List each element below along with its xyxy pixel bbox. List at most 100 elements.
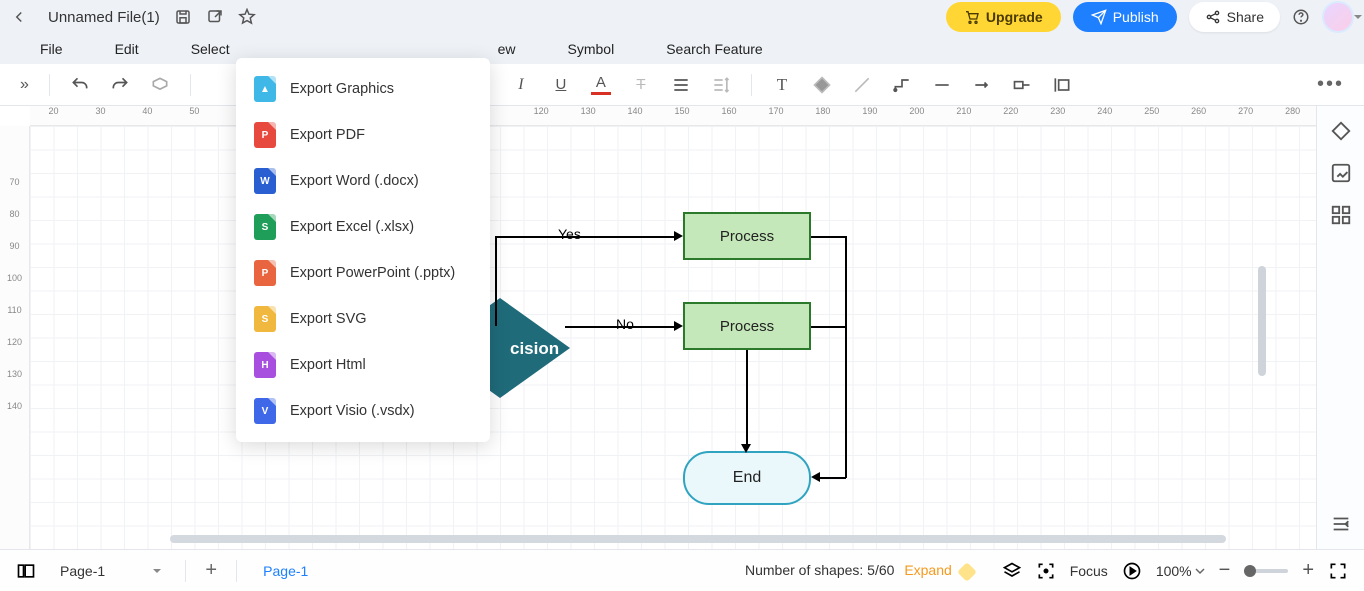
upgrade-label: Upgrade <box>986 9 1043 25</box>
word-file-icon: W <box>254 168 276 194</box>
line-spacing-icon[interactable] <box>711 75 731 95</box>
fill-icon[interactable] <box>812 75 832 95</box>
line-weight-icon[interactable] <box>932 75 952 95</box>
canvas-grid[interactable] <box>30 126 1316 549</box>
no-label: No <box>616 316 634 332</box>
toolbar: » B I U A T T ••• <box>0 64 1364 106</box>
page-tab[interactable]: Page-1 <box>251 563 320 579</box>
file-name[interactable]: Unnamed File(1) <box>48 9 160 26</box>
arrow-head-icon <box>811 472 820 482</box>
expand-link[interactable]: Expand <box>904 562 951 578</box>
scrollbar-vertical[interactable] <box>1258 266 1266 376</box>
connector <box>818 477 846 479</box>
scrollbar-horizontal[interactable] <box>170 535 1226 543</box>
pages-panel-icon[interactable] <box>16 561 36 581</box>
ruler-horizontal: 20304050 1201301401501601701801902002102… <box>30 106 1316 126</box>
export-ppt[interactable]: PExport PowerPoint (.pptx) <box>236 250 490 296</box>
process-shape-1[interactable]: Process <box>683 212 811 260</box>
focus-label[interactable]: Focus <box>1070 563 1108 579</box>
excel-file-icon: S <box>254 214 276 240</box>
title-bar: Unnamed File(1) Upgrade Publish Share <box>0 0 1364 34</box>
italic-icon[interactable]: I <box>511 75 531 95</box>
html-file-icon: H <box>254 352 276 378</box>
export-visio[interactable]: VExport Visio (.vsdx) <box>236 388 490 434</box>
position-icon[interactable] <box>1052 75 1072 95</box>
upgrade-button[interactable]: Upgrade <box>946 2 1061 32</box>
arrow-head-icon <box>741 444 751 453</box>
publish-button[interactable]: Publish <box>1073 2 1177 32</box>
layers-icon[interactable] <box>1002 561 1022 581</box>
bottom-bar: Page-1 + Page-1 Number of shapes: 5/60 E… <box>0 549 1364 591</box>
avatar[interactable] <box>1322 1 1354 33</box>
line-color-icon[interactable] <box>852 75 872 95</box>
zoom-out-button[interactable]: − <box>1219 559 1231 582</box>
arrow-head-icon <box>674 321 683 331</box>
connector <box>495 236 497 326</box>
format-painter-icon[interactable] <box>150 75 170 95</box>
pdf-file-icon: P <box>254 122 276 148</box>
canvas[interactable]: 20304050 1201301401501601701801902002102… <box>0 106 1316 549</box>
menu-search[interactable]: Search Feature <box>666 41 763 57</box>
yes-label: Yes <box>558 226 581 242</box>
connector <box>746 350 748 446</box>
connector <box>811 326 846 328</box>
focus-icon[interactable] <box>1036 561 1056 581</box>
back-icon[interactable] <box>10 8 28 26</box>
export-pdf[interactable]: PExport PDF <box>236 112 490 158</box>
export-svg[interactable]: SExport SVG <box>236 296 490 342</box>
export-excel[interactable]: SExport Excel (.xlsx) <box>236 204 490 250</box>
zoom-in-button[interactable]: + <box>1302 559 1314 582</box>
export-graphics[interactable]: ▲Export Graphics <box>236 66 490 112</box>
style-panel-icon[interactable] <box>1330 120 1352 142</box>
zoom-slider[interactable] <box>1244 569 1288 573</box>
help-icon[interactable] <box>1292 8 1310 26</box>
connector <box>811 236 846 238</box>
menu-file[interactable]: File <box>40 41 63 57</box>
menu-symbol[interactable]: Symbol <box>568 41 615 57</box>
process-shape-2[interactable]: Process <box>683 302 811 350</box>
export-word[interactable]: WExport Word (.docx) <box>236 158 490 204</box>
strikethrough-icon[interactable]: T <box>631 75 651 95</box>
align-icon[interactable] <box>671 75 691 95</box>
add-page-button[interactable]: + <box>200 560 222 582</box>
page-select[interactable]: Page-1 <box>50 559 171 583</box>
expand-panel-icon[interactable]: » <box>20 76 29 94</box>
apps-panel-icon[interactable] <box>1330 204 1352 226</box>
ai-panel-icon[interactable] <box>1330 162 1352 184</box>
arrow-style-icon[interactable] <box>972 75 992 95</box>
svg-file-icon: S <box>254 306 276 332</box>
collapse-panel-icon[interactable] <box>1330 513 1352 535</box>
menu-edit[interactable]: Edit <box>115 41 139 57</box>
share-label: Share <box>1227 9 1264 25</box>
text-tool-icon[interactable]: T <box>772 75 792 95</box>
zoom-level[interactable]: 100% <box>1156 563 1205 579</box>
connector-style-icon[interactable] <box>892 75 912 95</box>
undo-icon[interactable] <box>70 75 90 95</box>
expand-badge-icon <box>957 562 977 582</box>
end-shape[interactable]: End <box>683 451 811 505</box>
visio-file-icon: V <box>254 398 276 424</box>
text-color-icon[interactable]: A <box>591 75 611 95</box>
star-icon[interactable] <box>238 8 256 26</box>
export-html[interactable]: HExport Html <box>236 342 490 388</box>
menu-bar: File Edit Select ew Symbol Search Featur… <box>0 34 1364 64</box>
presentation-icon[interactable] <box>1122 561 1142 581</box>
ppt-file-icon: P <box>254 260 276 286</box>
arrow-head-icon <box>674 231 683 241</box>
redo-icon[interactable] <box>110 75 130 95</box>
workspace: 20304050 1201301401501601701801902002102… <box>0 106 1364 549</box>
underline-icon[interactable]: U <box>551 75 571 95</box>
fullscreen-icon[interactable] <box>1328 561 1348 581</box>
publish-label: Publish <box>1113 9 1159 25</box>
export-dropdown: ▲Export Graphics PExport PDF WExport Wor… <box>236 58 490 442</box>
menu-view-partial[interactable]: ew <box>498 41 516 57</box>
right-sidebar <box>1316 106 1364 549</box>
share-button[interactable]: Share <box>1189 2 1280 32</box>
connector <box>845 236 847 478</box>
open-external-icon[interactable] <box>206 8 224 26</box>
more-tools-icon[interactable]: ••• <box>1317 73 1344 96</box>
menu-select[interactable]: Select <box>191 41 230 57</box>
line-end-icon[interactable] <box>1012 75 1032 95</box>
save-icon[interactable] <box>174 8 192 26</box>
image-file-icon: ▲ <box>254 76 276 102</box>
